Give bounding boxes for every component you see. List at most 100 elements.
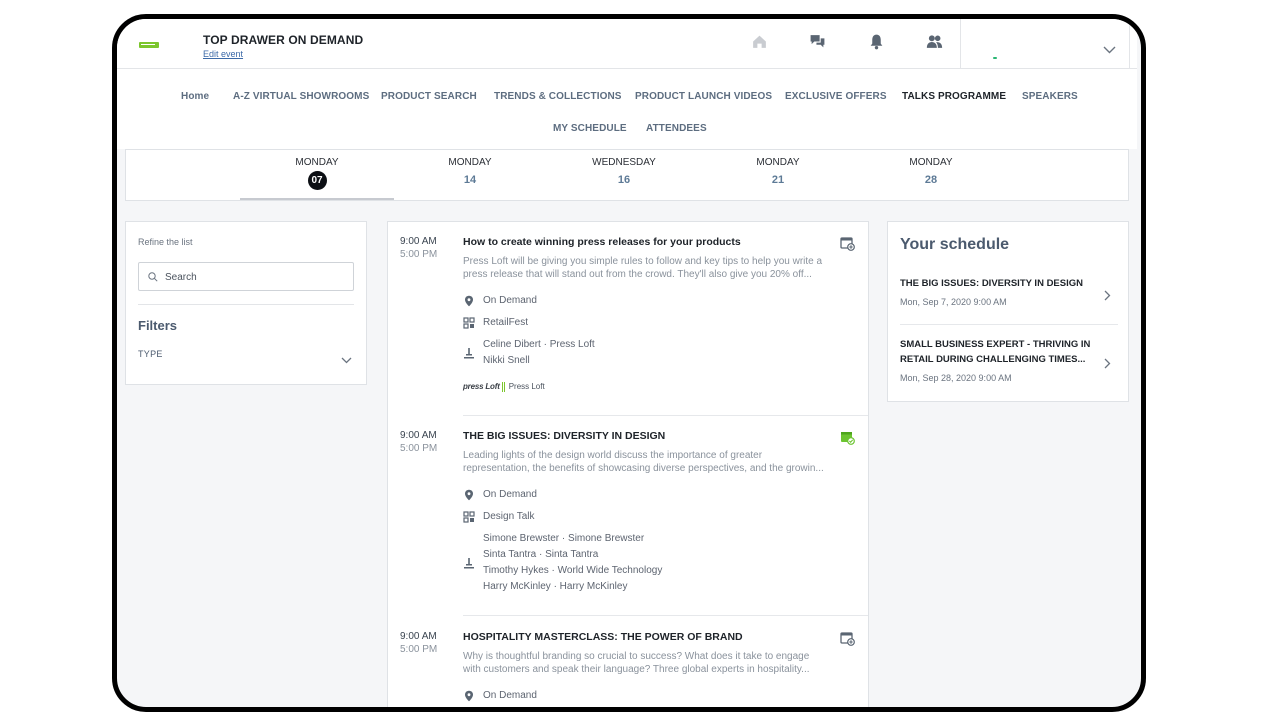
speaker-name[interactable]: Nikki Snell — [483, 353, 530, 369]
session-location-text: On Demand — [483, 295, 537, 306]
add-to-schedule-icon[interactable] — [840, 236, 855, 256]
type-filter-label[interactable]: TYPE — [138, 349, 163, 359]
session-category-text: RetailFest — [483, 317, 529, 328]
category-grid-icon — [463, 511, 475, 523]
session-time: 9:00 AM 5:00 PM — [400, 429, 437, 455]
session-description: Why is thoughtful branding so crucial to… — [463, 650, 855, 676]
date-tab-14[interactable]: MONDAY 14 — [393, 150, 547, 200]
nav-trends-collections[interactable]: TRENDS & COLLECTIONS — [494, 91, 622, 102]
location-pin-icon — [465, 489, 473, 501]
session-sponsor[interactable]: press Loft Press Loft — [463, 382, 545, 392]
session-description-line: with customers and speak their language?… — [463, 664, 810, 675]
speaker-name[interactable]: Harry McKinley · Harry McKinley — [483, 579, 627, 595]
search-icon — [148, 272, 158, 282]
date-tab-16[interactable]: WEDNESDAY 16 — [547, 150, 701, 200]
session-description: Press Loft will be giving you simple rul… — [463, 255, 855, 281]
schedule-item-title: THE BIG ISSUES: DIVERSITY IN DESIGN — [900, 278, 1083, 289]
session-description: Leading lights of the design world discu… — [463, 449, 855, 475]
session-start: 9:00 AM — [400, 236, 437, 247]
date-tab-dow: MONDAY — [909, 157, 953, 168]
main-nav: Home A-Z VIRTUAL SHOWROOMS PRODUCT SEARC… — [117, 69, 1137, 149]
nav-exclusive-offers[interactable]: EXCLUSIVE OFFERS — [785, 91, 887, 102]
nav-home[interactable]: Home — [181, 91, 209, 102]
session-card[interactable]: 9:00 AM 5:00 PM THE BIG ISSUES: DIVERSIT… — [388, 416, 868, 616]
date-tab-21[interactable]: MONDAY 21 — [701, 150, 855, 200]
edit-event-link[interactable]: Edit event — [203, 49, 243, 59]
status-dot — [993, 57, 997, 59]
session-description-line: Leading lights of the design world discu… — [463, 450, 763, 461]
session-location-text: On Demand — [483, 690, 537, 701]
nav-product-search[interactable]: PRODUCT SEARCH — [381, 91, 477, 102]
nav-az-virtual-showrooms[interactable]: A-Z VIRTUAL SHOWROOMS — [233, 91, 369, 102]
schedule-item-date: Mon, Sep 7, 2020 9:00 AM — [900, 297, 1007, 307]
date-tab-dow: MONDAY — [295, 157, 339, 168]
people-icon[interactable] — [916, 33, 952, 69]
nav-my-schedule[interactable]: MY SCHEDULE — [553, 123, 627, 134]
nav-talks-programme[interactable]: TALKS PROGRAMME — [902, 91, 1006, 102]
chevron-down-icon[interactable] — [1103, 41, 1116, 59]
your-schedule-panel: Your schedule THE BIG ISSUES: DIVERSITY … — [887, 221, 1129, 402]
date-tab-dow: MONDAY — [448, 157, 492, 168]
refine-divider — [138, 304, 354, 305]
session-description-line: representation, the benefits of showcasi… — [463, 463, 824, 474]
date-tab-day: 14 — [463, 174, 477, 186]
chevron-right-icon[interactable] — [1104, 288, 1111, 306]
speaker-podium-icon — [464, 348, 474, 359]
date-strip: MONDAY 07 MONDAY 14 WEDNESDAY 16 MONDAY … — [125, 149, 1129, 201]
session-title[interactable]: HOSPITALITY MASTERCLASS: THE POWER OF BR… — [463, 631, 743, 643]
session-end: 5:00 PM — [400, 443, 438, 454]
top-divider — [960, 19, 961, 69]
session-title[interactable]: THE BIG ISSUES: DIVERSITY IN DESIGN — [463, 430, 665, 442]
session-description-line: Why is thoughtful branding so crucial to… — [463, 651, 810, 662]
session-time: 9:00 AM 5:00 PM — [400, 630, 437, 656]
speaker-name[interactable]: Timothy Hykes · World Wide Technology — [483, 563, 662, 579]
session-card[interactable]: 9:00 AM 5:00 PM How to create winning pr… — [388, 222, 868, 416]
schedule-divider — [900, 324, 1118, 325]
location-pin-icon — [465, 690, 473, 702]
date-tab-day: 16 — [617, 174, 631, 186]
date-tab-28[interactable]: MONDAY 28 — [854, 150, 1008, 200]
search-input[interactable] — [165, 268, 345, 286]
event-logo[interactable] — [139, 42, 159, 48]
sponsor-logo: press Loft — [463, 382, 500, 392]
event-title: TOP DRAWER ON DEMAND — [203, 33, 364, 47]
session-title[interactable]: How to create winning press releases for… — [463, 236, 741, 248]
schedule-item[interactable]: THE BIG ISSUES: DIVERSITY IN DESIGN Mon,… — [900, 276, 1118, 307]
screen: TOP DRAWER ON DEMAND Edit event Home A-Z… — [117, 19, 1141, 707]
schedule-item-title: SMALL BUSINESS EXPERT - THRIVING IN RETA… — [900, 337, 1118, 367]
session-description-line: Press Loft will be giving you simple rul… — [463, 256, 823, 267]
refine-label: Refine the list — [138, 237, 193, 247]
added-to-schedule-icon[interactable] — [840, 430, 855, 450]
session-end: 5:00 PM — [400, 644, 438, 655]
home-icon[interactable] — [741, 33, 777, 72]
search-box[interactable] — [138, 262, 354, 291]
bell-icon[interactable] — [858, 33, 894, 69]
nav-product-launch-videos[interactable]: PRODUCT LAUNCH VIDEOS — [635, 91, 772, 102]
session-card[interactable]: 9:00 AM 5:00 PM HOSPITALITY MASTERCLASS:… — [388, 616, 868, 707]
date-tab-day: 28 — [924, 174, 938, 186]
sponsor-logo-bar — [501, 382, 505, 392]
top-bar: TOP DRAWER ON DEMAND Edit event — [117, 19, 1137, 72]
speaker-name[interactable]: Sinta Tantra · Sinta Tantra — [483, 547, 598, 563]
chevron-right-icon[interactable] — [1104, 356, 1111, 374]
session-start: 9:00 AM — [400, 631, 437, 642]
date-tab-dow: MONDAY — [756, 157, 800, 168]
category-grid-icon — [463, 317, 475, 329]
chevron-down-icon[interactable] — [341, 351, 352, 369]
nav-attendees[interactable]: ATTENDEES — [646, 123, 707, 134]
chat-icon[interactable] — [799, 33, 835, 69]
add-to-schedule-icon[interactable] — [840, 631, 855, 651]
speaker-name[interactable]: Simone Brewster · Simone Brewster — [483, 531, 644, 547]
schedule-item[interactable]: SMALL BUSINESS EXPERT - THRIVING IN RETA… — [900, 337, 1118, 383]
session-end: 5:00 PM — [400, 249, 438, 260]
schedule-title: Your schedule — [900, 236, 1010, 253]
sponsor-name: Press Loft — [508, 382, 545, 392]
session-category-text: Design Talk — [483, 511, 535, 522]
nav-speakers[interactable]: SPEAKERS — [1022, 91, 1078, 102]
date-tab-day: 07 — [307, 171, 327, 190]
session-start: 9:00 AM — [400, 430, 437, 441]
date-tab-07[interactable]: MONDAY 07 — [240, 150, 394, 200]
session-location-text: On Demand — [483, 489, 537, 500]
schedule-item-date: Mon, Sep 28, 2020 9:00 AM — [900, 373, 1012, 383]
speaker-name[interactable]: Celine Dibert · Press Loft — [483, 337, 595, 353]
